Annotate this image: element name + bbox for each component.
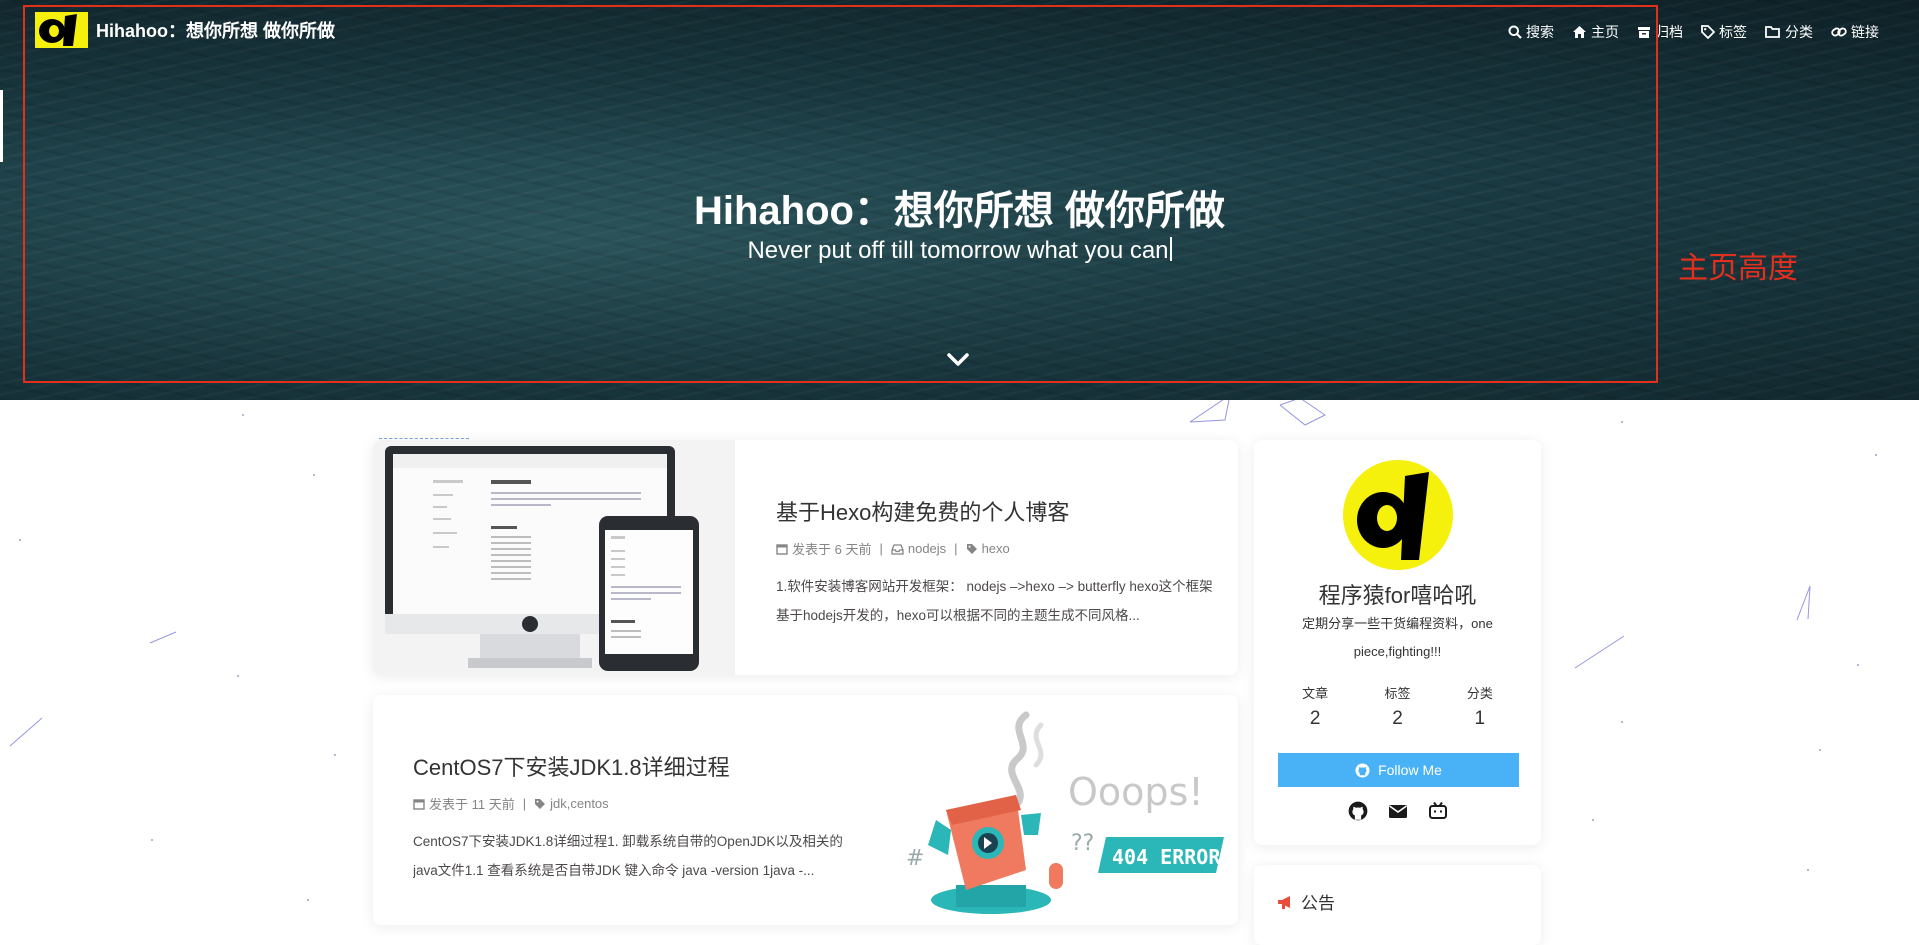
github-icon[interactable]	[1348, 801, 1368, 826]
link-icon	[1831, 27, 1847, 37]
menu-links-label: 链接	[1851, 24, 1879, 40]
email-icon[interactable]	[1388, 801, 1408, 826]
annotation-label: 主页高度	[1678, 252, 1798, 285]
tag-icon	[1701, 25, 1715, 39]
menu-categories-label: 分类	[1785, 24, 1813, 40]
stat-value: 2	[1392, 708, 1403, 729]
stat-tags[interactable]: 标签 2	[1384, 683, 1410, 730]
post-info: 基于Hexo构建免费的个人博客 发表于 6 天前 | nodejs | hexo…	[776, 495, 1216, 630]
post-excerpt: CentOS7下安装JDK1.8详细过程1. 卸载系统自带的OpenJDK以及相…	[413, 834, 843, 878]
post-tag-link[interactable]: hexo	[982, 541, 1010, 556]
highlight-frame	[23, 5, 1658, 383]
post-info: CentOS7下安装JDK1.8详细过程 发表于 11 天前 | jdk,cen…	[413, 750, 853, 885]
menu-categories[interactable]: 分类	[1765, 22, 1813, 42]
stat-value: 1	[1474, 708, 1486, 729]
post-cover-image[interactable]: # ?? Ooops! 404 ERROR	[876, 695, 1238, 925]
announcement-title: 公告	[1301, 894, 1335, 913]
svg-text:??: ??	[1071, 831, 1094, 856]
stat-value: 2	[1309, 708, 1321, 729]
stat-articles[interactable]: 文章 2	[1302, 683, 1328, 730]
side-strip	[0, 90, 3, 162]
post-title[interactable]: 基于Hexo构建免费的个人博客	[776, 495, 1216, 527]
tag-icon	[966, 543, 977, 554]
devices-illustration	[373, 440, 735, 675]
author-stats: 文章 2 标签 2 分类 1	[1274, 683, 1521, 730]
post-category-link[interactable]: nodejs	[908, 541, 946, 556]
author-name: 程序猿for嘻哈吼	[1318, 583, 1477, 608]
inbox-icon	[891, 543, 904, 555]
post-excerpt: 1.软件安装博客网站开发框架： nodejs –>hexo –> butterf…	[776, 579, 1213, 623]
ooops-text: Ooops!	[1068, 770, 1204, 814]
post-meta: 发表于 11 天前 | jdk,centos	[413, 794, 853, 813]
menu-tags[interactable]: 标签	[1701, 22, 1747, 42]
meta-separator: |	[522, 796, 527, 811]
author-description: 定期分享一些干货编程资料，one piece,fighting!!!	[1302, 616, 1493, 659]
social-links	[1254, 801, 1541, 826]
menu-tags-label: 标签	[1719, 24, 1747, 40]
post-card[interactable]: CentOS7下安装JDK1.8详细过程 发表于 11 天前 | jdk,cen…	[373, 695, 1238, 925]
avatar[interactable]	[1343, 460, 1453, 570]
error-badge-text: 404 ERROR	[1112, 845, 1221, 869]
follow-me-label: Follow Me	[1378, 762, 1442, 778]
svg-text:#: #	[906, 846, 924, 871]
post-title[interactable]: CentOS7下安装JDK1.8详细过程	[413, 750, 853, 782]
meta-separator: |	[954, 541, 958, 556]
post-date: 发表于 11 天前	[429, 797, 515, 812]
github-icon	[1355, 762, 1370, 778]
folder-icon	[1765, 26, 1780, 38]
calendar-icon	[413, 798, 425, 810]
bullhorn-icon	[1278, 895, 1290, 909]
stat-label: 文章	[1302, 686, 1329, 701]
post-tag-link[interactable]: jdk,centos	[550, 796, 609, 811]
stat-categories[interactable]: 分类 1	[1467, 683, 1493, 730]
follow-me-button[interactable]: Follow Me	[1278, 753, 1519, 787]
menu-links[interactable]: 链接	[1831, 22, 1879, 42]
menu-archive-label: 归档	[1655, 24, 1683, 40]
bilibili-icon[interactable]	[1428, 801, 1448, 826]
stat-label: 分类	[1466, 686, 1493, 701]
announcement-header: 公告	[1277, 889, 1335, 914]
post-card[interactable]: 基于Hexo构建免费的个人博客 发表于 6 天前 | nodejs | hexo…	[373, 440, 1238, 675]
calendar-icon	[776, 543, 788, 555]
announcement-card: 公告	[1254, 865, 1541, 945]
post-date: 发表于 6 天前	[792, 542, 872, 557]
meta-separator: |	[879, 541, 883, 556]
dashed-guide	[379, 438, 469, 439]
author-card: 程序猿for嘻哈吼 定期分享一些干货编程资料，one piece,fightin…	[1254, 440, 1541, 845]
post-meta: 发表于 6 天前 | nodejs | hexo	[776, 539, 1216, 558]
tag-icon	[535, 798, 546, 809]
stat-label: 标签	[1384, 686, 1411, 701]
rocket-404-illustration: # ?? Ooops! 404 ERROR	[906, 711, 1224, 914]
post-cover-image[interactable]	[373, 440, 735, 675]
